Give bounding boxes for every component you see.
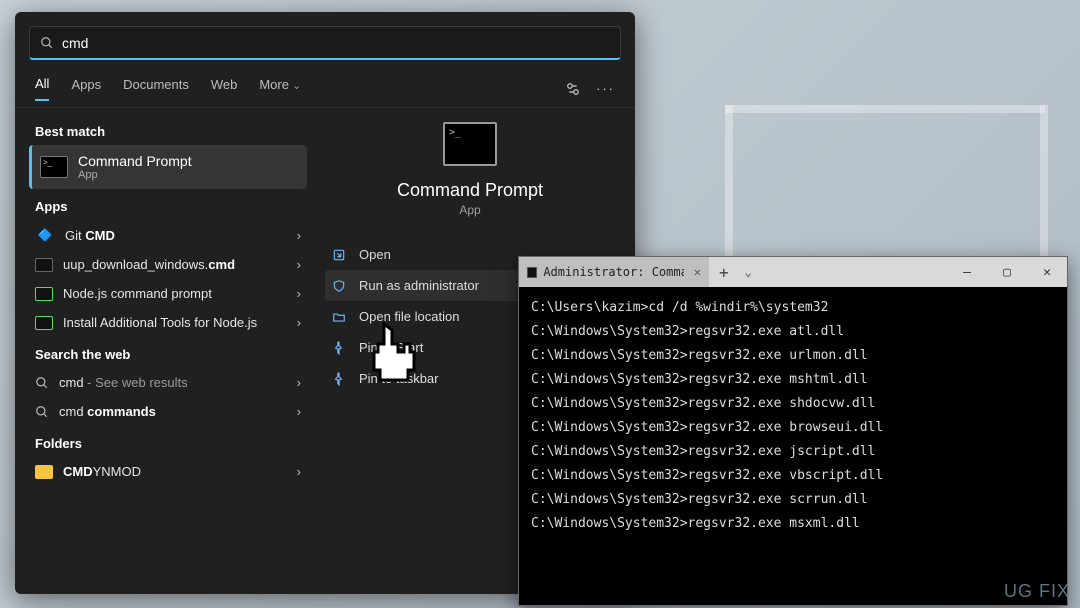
terminal-line: C:\Users\kazim>cd /d %windir%\system32	[531, 296, 1055, 320]
preview-title: Command Prompt	[325, 180, 615, 201]
web-result[interactable]: cmd commands ›	[29, 397, 307, 426]
close-tab-icon[interactable]: ✕	[694, 265, 701, 279]
folder-result[interactable]: CMDYNMOD ›	[29, 457, 307, 486]
web-result[interactable]: cmd - See web results ›	[29, 368, 307, 397]
script-icon	[35, 258, 53, 272]
chevron-right-icon: ›	[297, 464, 301, 479]
folder-open-icon	[331, 310, 347, 324]
chevron-right-icon: ›	[297, 286, 301, 301]
tab-apps[interactable]: Apps	[71, 77, 101, 100]
search-icon	[40, 36, 54, 50]
terminal-line: C:\Windows\System32>regsvr32.exe msxml.d…	[531, 512, 1055, 536]
watermark: UG FIX	[1004, 581, 1070, 602]
app-result[interactable]: 🔷 Git CMD ›	[29, 220, 307, 250]
tab-all[interactable]: All	[35, 76, 49, 101]
section-folders: Folders	[35, 436, 307, 451]
best-match-item[interactable]: >_ Command Prompt App	[29, 145, 307, 189]
terminal-line: C:\Windows\System32>regsvr32.exe browseu…	[531, 416, 1055, 440]
chevron-right-icon: ›	[297, 315, 301, 330]
close-window-button[interactable]: ✕	[1027, 265, 1067, 280]
minimize-button[interactable]: —	[947, 265, 987, 280]
new-tab-button[interactable]: +	[709, 263, 739, 282]
terminal-output[interactable]: C:\Users\kazim>cd /d %windir%\system32C:…	[519, 287, 1067, 545]
search-box[interactable]	[29, 26, 621, 60]
terminal-line: C:\Windows\System32>regsvr32.exe vbscrip…	[531, 464, 1055, 488]
open-icon	[331, 248, 347, 262]
app-result[interactable]: Node.js command prompt ›	[29, 279, 307, 308]
git-icon: 🔷	[35, 227, 55, 243]
app-large-icon	[443, 122, 497, 166]
terminal-titlebar[interactable]: Administrator: Command Promp ✕ + ⌄ — ▢ ✕	[519, 257, 1067, 287]
terminal-line: C:\Windows\System32>regsvr32.exe shdocvw…	[531, 392, 1055, 416]
account-sync-icon[interactable]	[564, 80, 582, 98]
search-icon	[35, 405, 49, 419]
chevron-right-icon: ›	[297, 404, 301, 419]
best-match-title: Command Prompt	[78, 153, 192, 169]
terminal-line: C:\Windows\System32>regsvr32.exe jscript…	[531, 440, 1055, 464]
tab-more[interactable]: More	[259, 77, 301, 100]
terminal-tab[interactable]: Administrator: Command Promp ✕	[519, 257, 709, 287]
wallpaper-shape	[725, 105, 1045, 113]
best-match-subtitle: App	[78, 169, 192, 181]
app-result[interactable]: Install Additional Tools for Node.js ›	[29, 308, 307, 337]
search-input[interactable]	[62, 35, 610, 51]
pin-icon	[331, 341, 347, 355]
results-column: Best match >_ Command Prompt App Apps 🔷 …	[15, 108, 315, 588]
filter-tabs: All Apps Documents Web More ···	[15, 66, 635, 108]
terminal-line: C:\Windows\System32>regsvr32.exe urlmon.…	[531, 344, 1055, 368]
chevron-right-icon: ›	[297, 375, 301, 390]
node-icon	[35, 316, 53, 330]
more-options-icon[interactable]: ···	[596, 81, 615, 96]
app-result[interactable]: uup_download_windows.cmd ›	[29, 250, 307, 279]
tab-documents[interactable]: Documents	[123, 77, 189, 100]
terminal-tab-title: Administrator: Command Promp	[543, 265, 683, 279]
section-apps: Apps	[35, 199, 307, 214]
chevron-right-icon: ›	[297, 228, 301, 243]
shield-icon	[331, 279, 347, 293]
terminal-line: C:\Windows\System32>regsvr32.exe atl.dll	[531, 320, 1055, 344]
terminal-line: C:\Windows\System32>regsvr32.exe mshtml.…	[531, 368, 1055, 392]
tab-web[interactable]: Web	[211, 77, 238, 100]
maximize-button[interactable]: ▢	[987, 265, 1027, 280]
search-icon	[35, 376, 49, 390]
preview-subtitle: App	[325, 203, 615, 217]
section-best-match: Best match	[35, 124, 307, 139]
terminal-line: C:\Windows\System32>regsvr32.exe scrrun.…	[531, 488, 1055, 512]
folder-icon	[35, 465, 53, 479]
section-web: Search the web	[35, 347, 307, 362]
terminal-window: Administrator: Command Promp ✕ + ⌄ — ▢ ✕…	[518, 256, 1068, 606]
pin-icon	[331, 372, 347, 386]
cmd-tab-icon	[527, 267, 537, 278]
chevron-right-icon: ›	[297, 257, 301, 272]
node-icon	[35, 287, 53, 301]
tab-dropdown-icon[interactable]: ⌄	[739, 265, 758, 279]
cmd-app-icon: >_	[40, 156, 68, 178]
